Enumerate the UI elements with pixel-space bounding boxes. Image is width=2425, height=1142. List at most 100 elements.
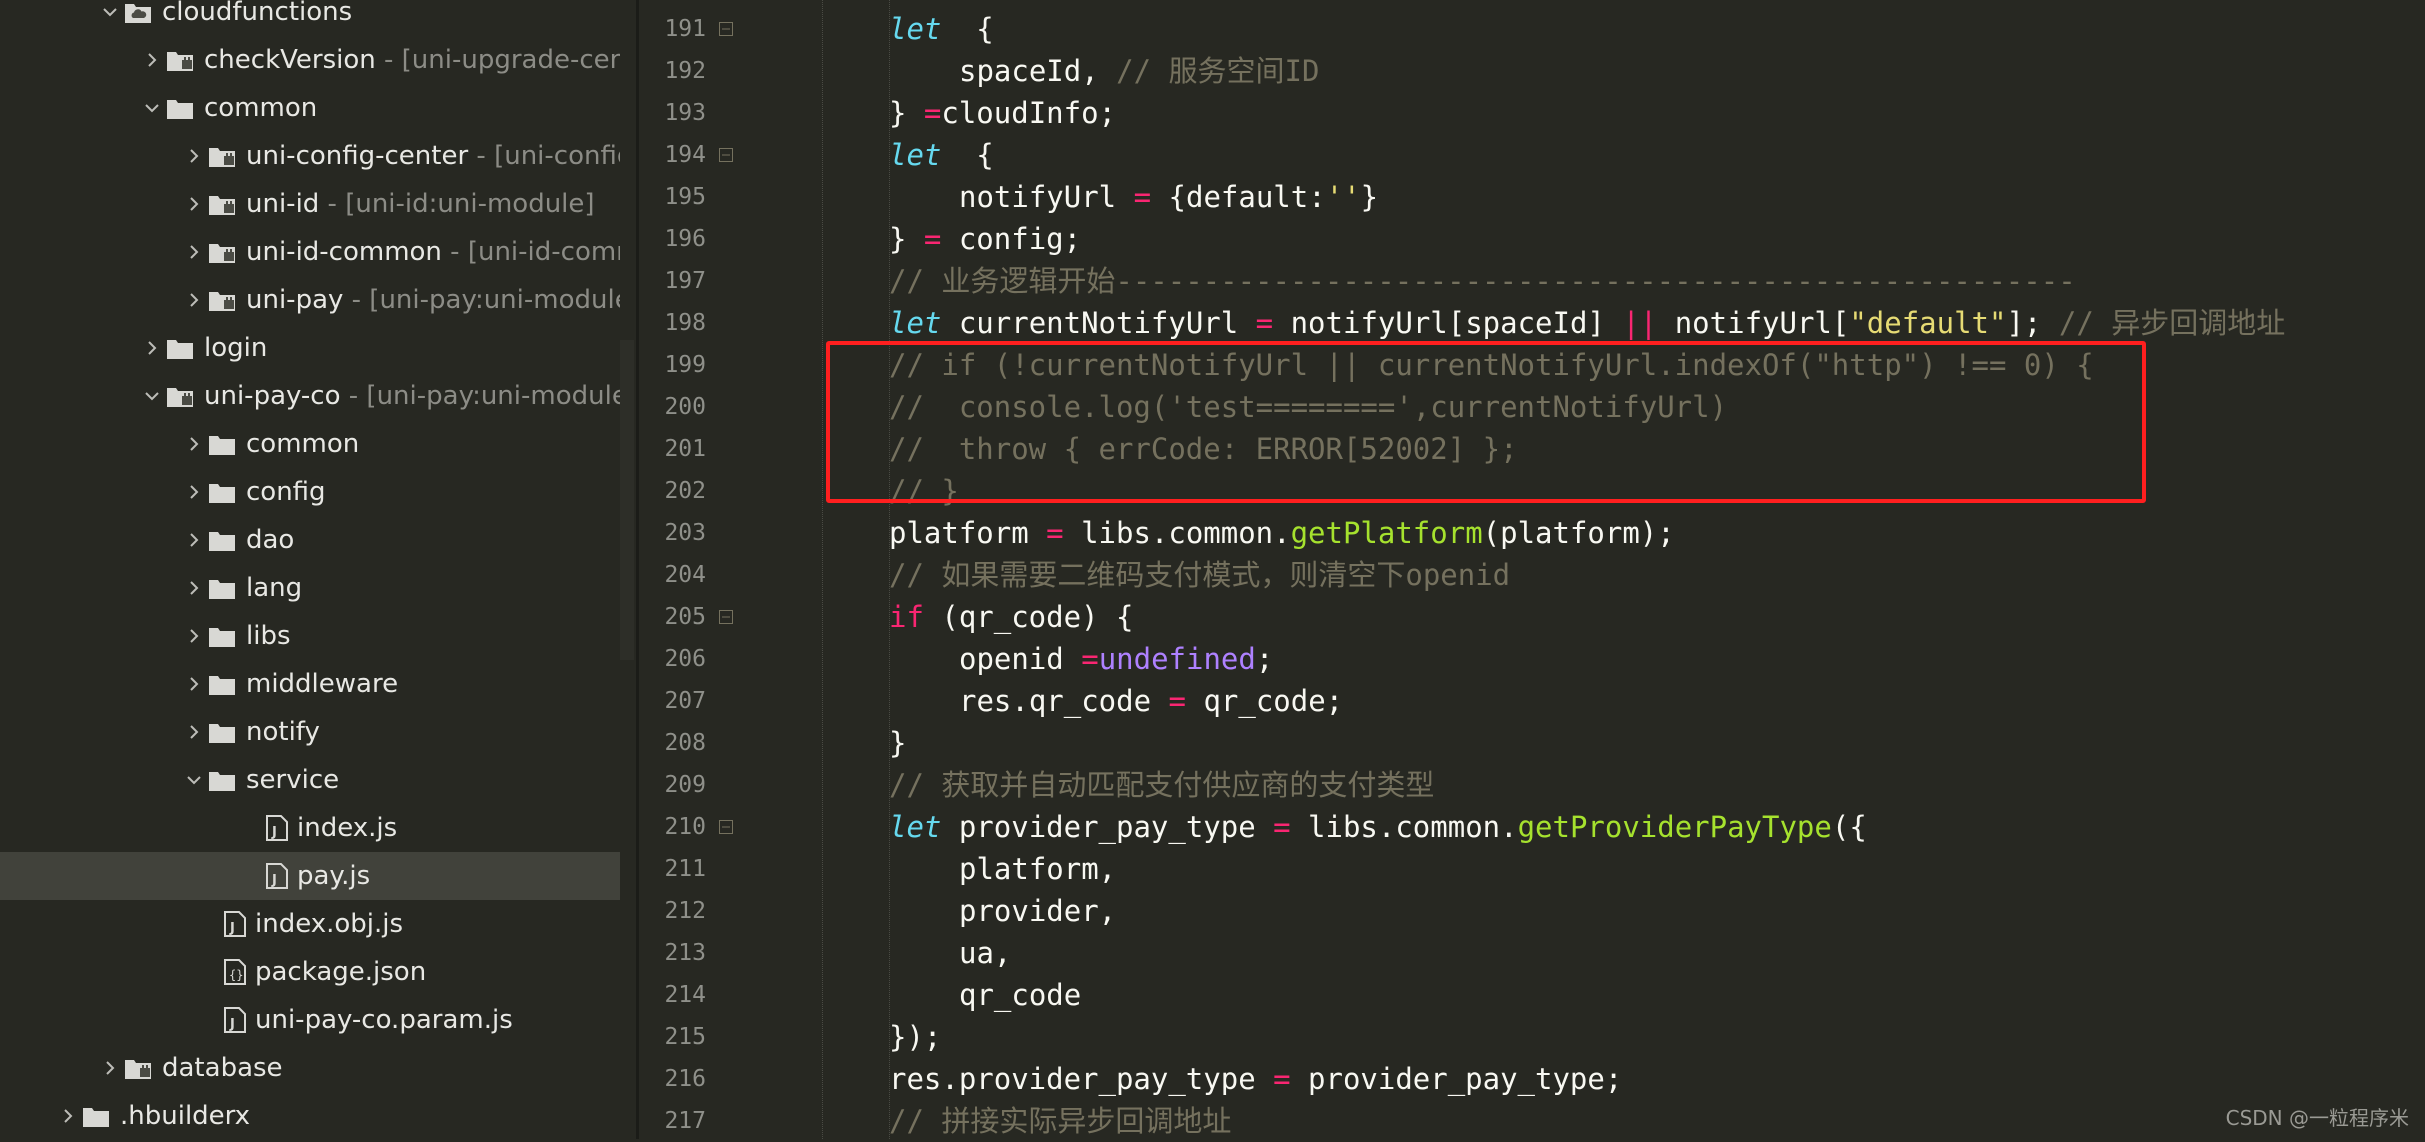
code-token: spaceId, [959, 54, 1117, 88]
item-name: index.obj.js [255, 909, 404, 939]
tree-item-common[interactable]: common [0, 84, 620, 132]
tree-item-service[interactable]: service [0, 756, 620, 804]
line-number: 215 [664, 1024, 706, 1050]
tree-item-login[interactable]: login [0, 324, 620, 372]
tree-item-dao[interactable]: dao [0, 516, 620, 564]
chevron-right-icon[interactable] [182, 180, 206, 228]
module-folder-icon [208, 287, 236, 313]
chevron-right-icon[interactable] [182, 132, 206, 180]
tree-item-uni-pay-co[interactable]: uni-pay-co - [uni-pay:uni-module] [0, 372, 620, 420]
code-token: let [889, 810, 942, 844]
fold-toggle-icon[interactable] [719, 819, 733, 834]
code-line[interactable]: 214 qr_code [639, 974, 2425, 1016]
code-line[interactable]: 211 platform, [639, 848, 2425, 890]
code-line[interactable]: 201 // throw { errCode: ERROR[52002] }; [639, 428, 2425, 470]
chevron-right-icon[interactable] [140, 36, 164, 84]
indent-guide [822, 0, 823, 1139]
chevron-right-icon[interactable] [182, 708, 206, 756]
code-token: platform [889, 516, 1047, 550]
fold-toggle-icon[interactable] [719, 147, 733, 162]
code-line[interactable]: 198 let currentNotifyUrl = notifyUrl[spac… [639, 302, 2425, 344]
code-line[interactable]: 213 ua, [639, 932, 2425, 974]
line-number: 200 [664, 394, 706, 420]
fold-toggle-icon[interactable] [719, 609, 733, 624]
folder-icon [208, 479, 236, 505]
tree-item-common[interactable]: common [0, 420, 620, 468]
js-file-icon: J [221, 1007, 249, 1033]
tree-item-checkversion[interactable]: checkVersion - [uni-upgrade-center-ap [0, 36, 620, 84]
chevron-right-icon[interactable] [182, 612, 206, 660]
chevron-down-icon[interactable] [140, 84, 164, 132]
chevron-right-icon[interactable] [182, 228, 206, 276]
code-text: // 拼接实际异步回调地址 [889, 1100, 1231, 1142]
line-number: 204 [664, 562, 706, 588]
code-line[interactable]: 210 let provider_pay_type = libs.common.g… [639, 806, 2425, 848]
tree-item-cloudfunctions[interactable]: cloudfunctions [0, 0, 620, 36]
code-editor[interactable]: 191 let {192 spaceId, // 服务空间ID 193} =cloud… [639, 0, 2425, 1139]
tree-item-uni-id[interactable]: uni-id - [uni-id:uni-module] [0, 180, 620, 228]
code-line[interactable]: 217 // 拼接实际异步回调地址 [639, 1100, 2425, 1142]
folder-icon [166, 335, 194, 361]
code-line[interactable]: 196} = config; [639, 218, 2425, 260]
code-line[interactable]: 206 openid =undefined; [639, 638, 2425, 680]
tree-item-lang[interactable]: lang [0, 564, 620, 612]
module-folder-icon [166, 383, 194, 409]
chevron-down-icon[interactable] [182, 756, 206, 804]
code-line[interactable]: 193} =cloudInfo; [639, 92, 2425, 134]
code-line[interactable]: 216 res.provider_pay_type = provider_pay_… [639, 1058, 2425, 1100]
tree-item-uni-config-center[interactable]: uni-config-center - [uni-config-cent [0, 132, 620, 180]
chevron-down-icon[interactable] [140, 372, 164, 420]
code-token: provider_pay_type; [1290, 1062, 1623, 1096]
item-name: common [246, 429, 360, 459]
chevron-right-icon[interactable] [182, 468, 206, 516]
tree-item-uni-pay[interactable]: uni-pay - [uni-pay:uni-module] [0, 276, 620, 324]
code-line[interactable]: 194 let { [639, 134, 2425, 176]
chevron-right-icon[interactable] [182, 516, 206, 564]
fold-toggle-icon[interactable] [719, 21, 733, 36]
tree-item-hbuilderx[interactable]: .hbuilderx [0, 1092, 620, 1139]
tree-item-database[interactable]: database [0, 1044, 620, 1092]
code-line[interactable]: 205 if (qr_code) { [639, 596, 2425, 638]
code-line[interactable]: 191 let { [639, 8, 2425, 50]
code-line[interactable]: 203 platform = libs.common.getPlatform(pl… [639, 512, 2425, 554]
tree-item-pay-js[interactable]: Jpay.js [0, 852, 620, 900]
tree-item-config[interactable]: config [0, 468, 620, 516]
code-line[interactable]: 215}); [639, 1016, 2425, 1058]
line-number: 202 [664, 478, 706, 504]
chevron-right-icon[interactable] [182, 564, 206, 612]
code-text: res.provider_pay_type = provider_pay_typ… [889, 1058, 1622, 1100]
tree-item-middleware[interactable]: middleware [0, 660, 620, 708]
code-line[interactable]: 199 // if (!currentNotifyUrl || currentNo… [639, 344, 2425, 386]
code-line[interactable]: 197 // 业务逻辑开始----------------------------… [639, 260, 2425, 302]
sidebar-scrollbar[interactable] [620, 340, 634, 660]
code-line[interactable]: 212 provider, [639, 890, 2425, 932]
code-line[interactable]: 200 // console.log('test========',current… [639, 386, 2425, 428]
chevron-right-icon[interactable] [182, 420, 206, 468]
code-line[interactable]: 195 notifyUrl = {default:''} [639, 176, 2425, 218]
code-line[interactable]: 209 // 获取并自动匹配支付供应商的支付类型 [639, 764, 2425, 806]
code-line[interactable]: 204 // 如果需要二维码支付模式，则清空下openid [639, 554, 2425, 596]
chevron-down-icon[interactable] [98, 0, 122, 36]
chevron-right-icon[interactable] [56, 1092, 80, 1139]
tree-item-notify[interactable]: notify [0, 708, 620, 756]
code-token: = [1168, 684, 1186, 718]
code-line[interactable]: 207 res.qr_code = qr_code; [639, 680, 2425, 722]
chevron-right-icon[interactable] [182, 276, 206, 324]
tree-item-package-json[interactable]: {} package.json [0, 948, 620, 996]
tree-item-uni-id-common[interactable]: uni-id-common - [uni-id-common:u [0, 228, 620, 276]
tree-item-libs[interactable]: libs [0, 612, 620, 660]
chevron-right-icon[interactable] [140, 324, 164, 372]
tree-item-index-obj-js[interactable]: Jindex.obj.js [0, 900, 620, 948]
line-number: 201 [664, 436, 706, 462]
chevron-right-icon[interactable] [182, 660, 206, 708]
tree-item-uni-pay-co-param-js[interactable]: Juni-pay-co.param.js [0, 996, 620, 1044]
tree-item-label: config [246, 468, 326, 516]
code-token: getProviderPayType [1517, 810, 1832, 844]
code-token: = [1133, 180, 1152, 214]
item-module-desc: - [uni-pay:uni-module] [343, 285, 620, 315]
chevron-right-icon[interactable] [98, 1044, 122, 1092]
code-line[interactable]: 208} [639, 722, 2425, 764]
code-line[interactable]: 202 // } [639, 470, 2425, 512]
code-line[interactable]: 192 spaceId, // 服务空间ID [639, 50, 2425, 92]
tree-item-index-js[interactable]: Jindex.js [0, 804, 620, 852]
